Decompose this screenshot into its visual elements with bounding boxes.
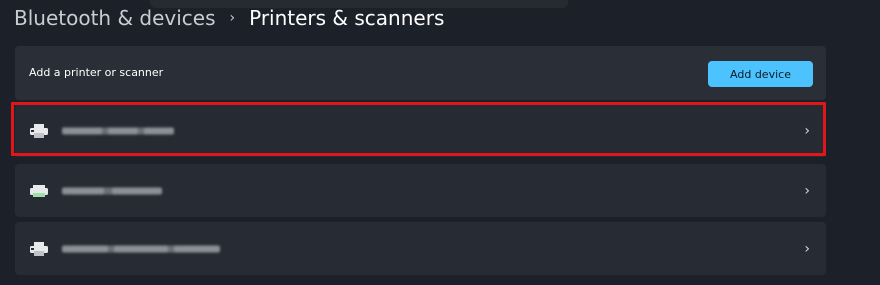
chevron-right-icon: › [804,122,810,139]
printer-icon [29,241,49,257]
breadcrumb: Bluetooth & devices › Printers & scanner… [14,3,444,33]
add-device-button[interactable]: Add device [708,61,813,87]
device-row-2[interactable]: › [15,164,826,217]
chevron-right-icon: › [804,240,810,257]
add-printer-card: Add a printer or scanner Add device [15,46,826,100]
printer-icon [29,123,49,139]
device-name-redacted [62,127,174,134]
add-printer-label: Add a printer or scanner [29,66,164,79]
chevron-right-icon: › [804,182,810,199]
device-row-3[interactable]: › [15,222,826,275]
printer-icon [29,183,49,199]
chevron-right-icon: › [229,10,236,26]
device-name-redacted [62,245,220,252]
device-name-redacted [62,187,162,194]
breadcrumb-parent[interactable]: Bluetooth & devices [14,6,216,30]
device-row-1[interactable]: › [15,104,826,157]
page-title: Printers & scanners [249,6,445,30]
